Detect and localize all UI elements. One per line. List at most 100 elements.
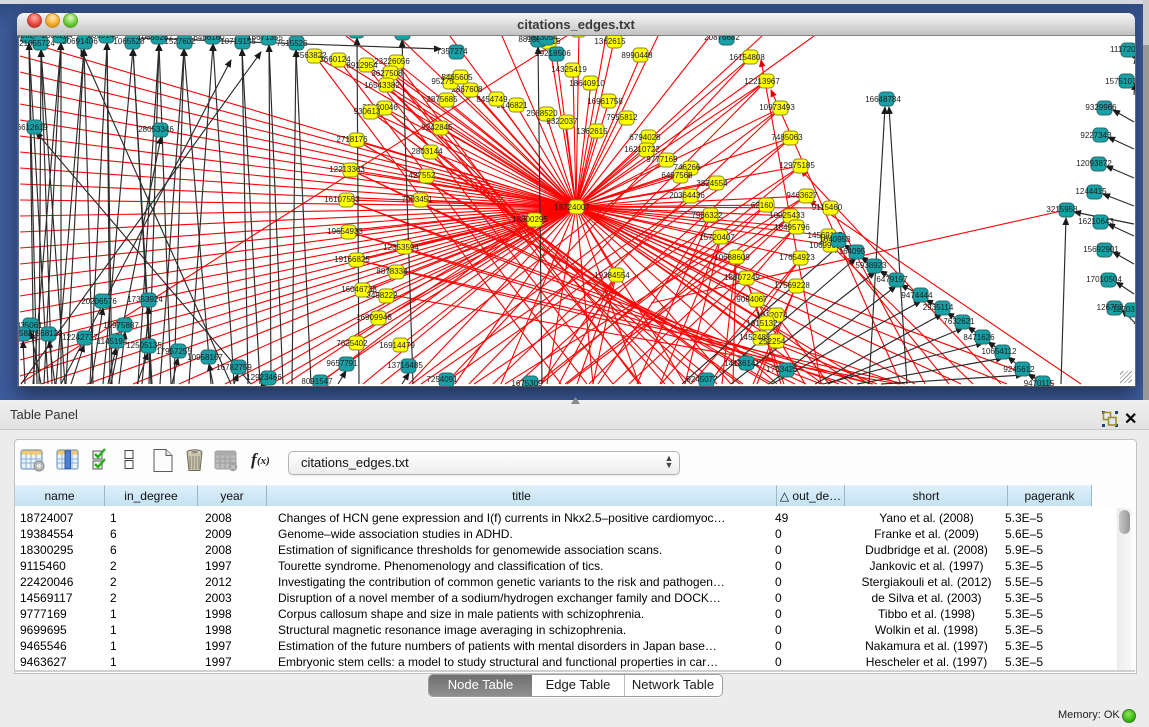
svg-text:7254091: 7254091 [426, 375, 458, 384]
svg-text:9242845: 9242845 [421, 123, 453, 132]
svg-text:1220345: 1220345 [1112, 305, 1135, 314]
svg-text:16961758: 16961758 [587, 97, 623, 106]
svg-text:17569228: 17569228 [774, 281, 810, 290]
svg-text:9227343: 9227343 [1080, 131, 1112, 140]
svg-text:14325419: 14325419 [551, 65, 587, 74]
svg-text:15720407: 15720407 [699, 233, 735, 242]
svg-text:8990448: 8990448 [621, 51, 653, 60]
svg-text:(x): (x) [257, 455, 270, 467]
svg-text:8471626: 8471626 [963, 333, 995, 342]
svg-text:9470115: 9470115 [1024, 379, 1055, 386]
svg-text:20206576: 20206576 [81, 297, 117, 306]
svg-text:28053346: 28053346 [138, 125, 174, 134]
svg-text:16107553: 16107553 [324, 195, 360, 204]
svg-text:6479197: 6479197 [876, 275, 908, 284]
svg-text:164095: 164095 [839, 247, 866, 256]
svg-text:7003451: 7003451 [401, 195, 433, 204]
svg-text:18495796: 18495796 [774, 223, 810, 232]
svg-text:12213363: 12213363 [329, 165, 365, 174]
svg-text:2935114: 2935114 [923, 303, 954, 312]
svg-text:9329966: 9329966 [1085, 103, 1117, 112]
svg-text:1675309: 1675309 [511, 379, 543, 386]
svg-text:6497568: 6497568 [661, 171, 693, 180]
svg-text:19166825: 19166825 [334, 255, 370, 264]
svg-text:7986322: 7986322 [691, 211, 723, 220]
svg-text:427552: 427552 [409, 171, 436, 180]
svg-text:3215958: 3215958 [1046, 205, 1078, 214]
svg-text:1362615: 1362615 [594, 37, 626, 46]
svg-text:1640953: 1640953 [819, 235, 851, 244]
svg-text:12213967: 12213967 [744, 77, 780, 86]
svg-text:10025433: 10025433 [769, 211, 805, 220]
svg-text:8454749: 8454749 [476, 95, 508, 104]
svg-text:19654933: 19654933 [327, 227, 363, 236]
svg-text:18640910: 18640910 [569, 79, 605, 88]
svg-text:1244415: 1244415 [1075, 187, 1107, 196]
svg-text:9084067: 9084067 [736, 295, 768, 304]
svg-text:1753426: 1753426 [766, 365, 798, 374]
svg-text:3498222: 3498222 [366, 291, 398, 300]
svg-text:10973493: 10973493 [759, 103, 795, 112]
svg-text:5465605: 5465605 [441, 73, 473, 82]
svg-text:9474444: 9474444 [901, 291, 933, 300]
svg-text:16782759: 16782759 [216, 363, 252, 372]
svg-text:16210643: 16210643 [1078, 217, 1114, 226]
svg-text:2718176: 2718176 [336, 135, 368, 144]
svg-text:17654923: 17654923 [779, 253, 815, 262]
svg-text:19384554: 19384554 [594, 271, 630, 280]
svg-text:17010504: 17010504 [1086, 275, 1122, 284]
svg-text:1527602: 1527602 [164, 37, 196, 46]
svg-text:19218506: 19218506 [535, 49, 571, 58]
svg-text:12353594: 12353594 [383, 243, 419, 252]
svg-text:9245612: 9245612 [1003, 365, 1035, 374]
svg-text:21055724: 21055724 [19, 39, 55, 48]
svg-text:3824554: 3824554 [696, 179, 728, 188]
svg-text:11568129: 11568129 [28, 329, 64, 338]
svg-text:12093872: 12093872 [1076, 159, 1112, 168]
svg-text:930613: 930613 [354, 107, 381, 116]
svg-text:10688609: 10688609 [714, 253, 750, 262]
svg-text:1145194: 1145194 [97, 337, 128, 346]
svg-text:16909948: 16909948 [356, 313, 392, 322]
svg-text:18300295: 18300295 [512, 215, 548, 224]
svg-text:7485063: 7485063 [771, 133, 803, 142]
svg-text:5938923: 5938923 [855, 261, 887, 270]
svg-text:3875685: 3875685 [426, 95, 458, 104]
svg-text:20876682: 20876682 [704, 36, 740, 42]
svg-text:7515526: 7515526 [276, 39, 308, 48]
svg-text:16154808: 16154808 [729, 53, 765, 62]
svg-text:10975887: 10975887 [103, 321, 139, 330]
svg-text:10654112: 10654112 [982, 347, 1018, 356]
svg-text:26612619: 26612619 [19, 123, 48, 132]
svg-text:23226056: 23226056 [374, 57, 410, 66]
svg-text:12923466: 12923466 [246, 373, 282, 382]
svg-text:252254: 252254 [759, 337, 786, 346]
svg-text:18724007: 18724007 [554, 203, 590, 212]
svg-text:62160: 62160 [751, 201, 774, 210]
svg-text:6794028: 6794028 [629, 133, 661, 142]
svg-text:16648784: 16648784 [865, 95, 901, 104]
svg-text:16914479: 16914479 [379, 341, 415, 350]
svg-text:16543382: 16543382 [364, 81, 400, 90]
svg-text:8322037: 8322037 [546, 117, 578, 126]
svg-text:13716485: 13716485 [387, 361, 423, 370]
svg-text:16053809: 16053809 [380, 36, 416, 38]
svg-text:8091547: 8091547 [301, 377, 333, 386]
svg-text:20364436: 20364436 [669, 191, 705, 200]
svg-text:7632621: 7632621 [943, 317, 975, 326]
svg-text:7955812: 7955812 [606, 113, 638, 122]
svg-text:12975185: 12975185 [779, 161, 815, 170]
svg-text:3627508: 3627508 [371, 69, 403, 78]
svg-text:15751074: 15751074 [1105, 77, 1135, 86]
svg-text:2803144: 2803144 [411, 147, 443, 156]
svg-text:7357274: 7357274 [436, 47, 468, 56]
svg-text:9657791: 9657791 [326, 359, 358, 368]
svg-text:10958167: 10958167 [187, 353, 223, 362]
svg-text:8878334: 8878334 [376, 267, 408, 276]
svg-text:18807249: 18807249 [724, 273, 760, 282]
svg-text:14136141: 14136141 [724, 359, 760, 368]
svg-text:1615132: 1615132 [746, 319, 778, 328]
svg-text:9115460: 9115460 [812, 203, 843, 212]
svg-text:9463627: 9463627 [786, 191, 818, 200]
svg-text:15692901: 15692901 [1083, 245, 1119, 254]
